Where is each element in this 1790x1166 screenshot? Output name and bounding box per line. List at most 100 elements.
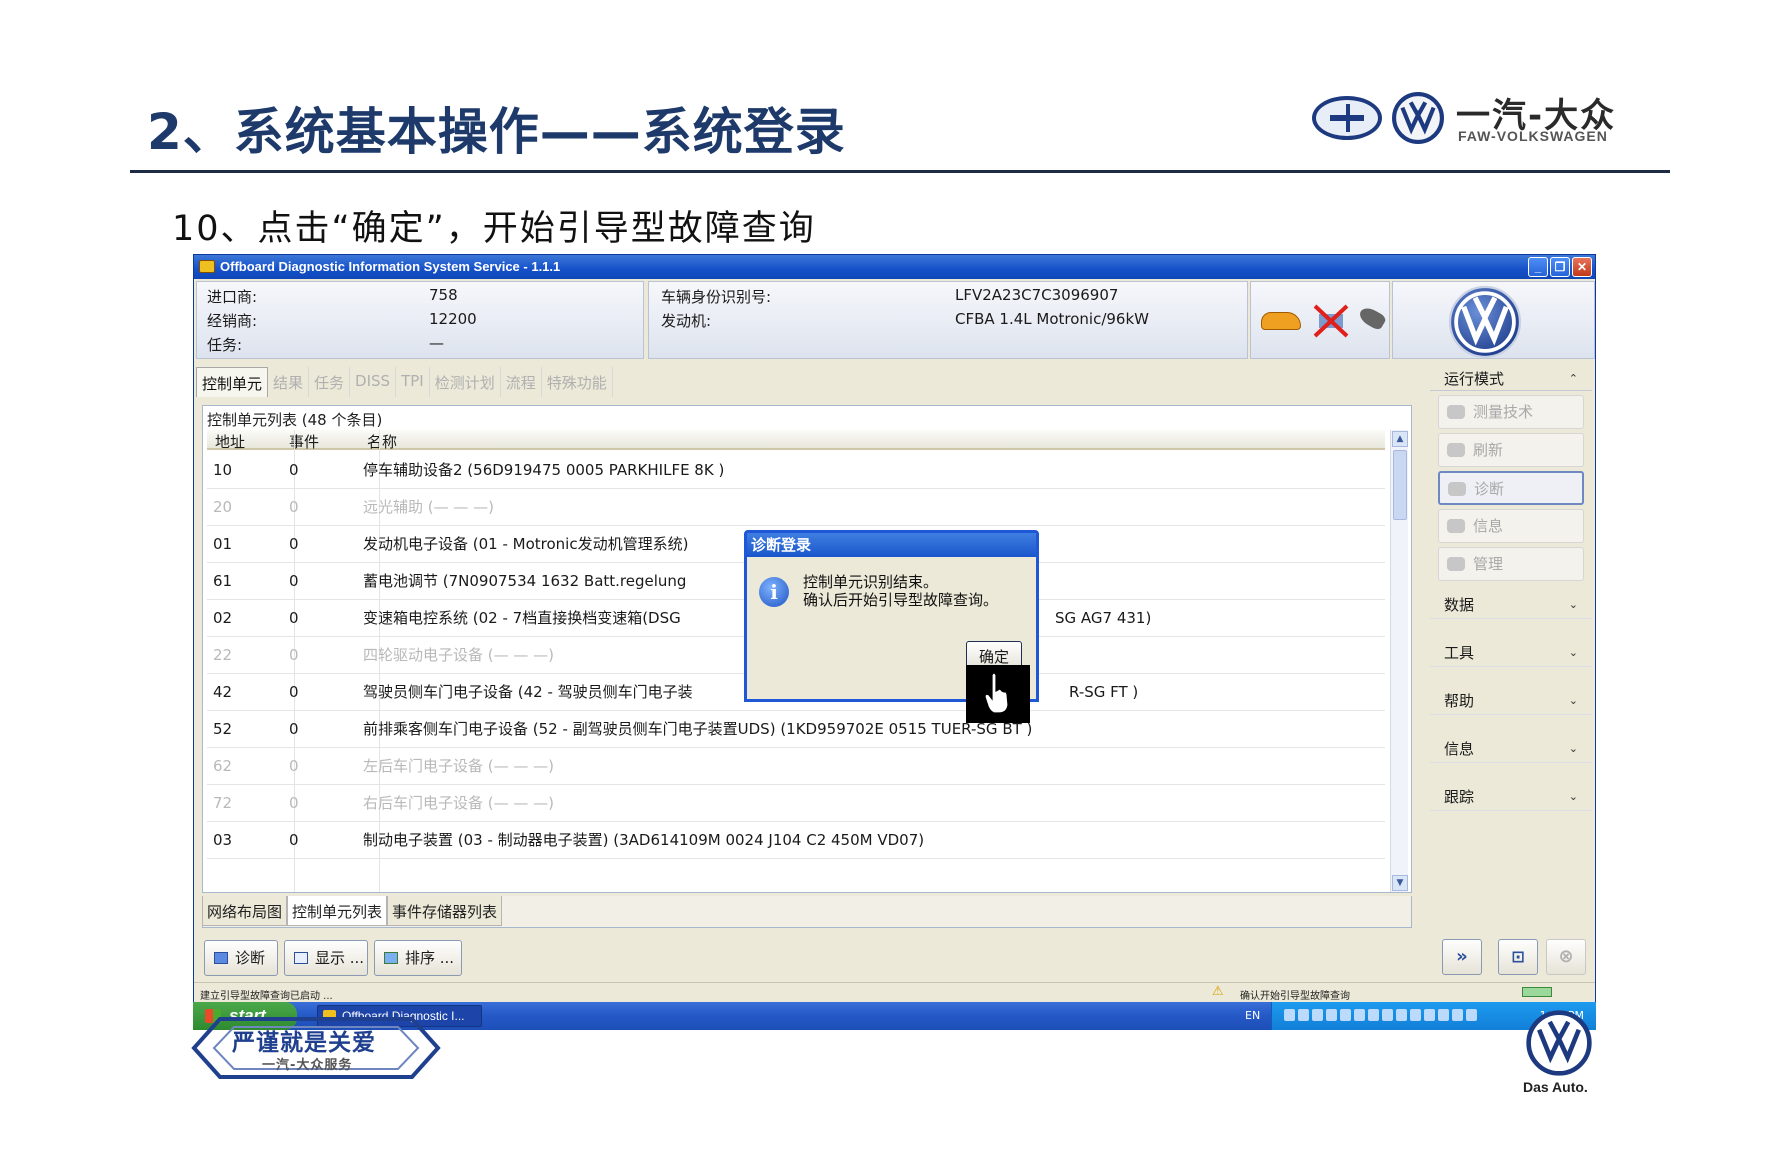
tray-icon[interactable] (1326, 1009, 1337, 1021)
cell-events: 0 (289, 609, 299, 627)
dialog-title[interactable]: 诊断登录 (747, 533, 1036, 557)
run-mode-header[interactable]: 运行模式 ⌃ (1430, 367, 1592, 391)
table-row[interactable]: 72 0 右后车门电子设备 (— — —) (207, 785, 1385, 822)
cell-events: 0 (289, 461, 299, 479)
section-tools[interactable]: 工具 ⌄ (1430, 639, 1592, 667)
section-info[interactable]: 信息 ⌄ (1430, 735, 1592, 763)
window-title: Offboard Diagnostic Information System S… (220, 259, 561, 274)
admin-gear-icon (1447, 557, 1465, 571)
cell-name: 发动机电子设备 (01 - Motronic发动机管理系统) (363, 535, 689, 553)
fit-screen-button[interactable]: ⊡ (1498, 939, 1538, 975)
display-icon (294, 952, 308, 964)
cell-name-tail: R-SG FT ) (1069, 683, 1139, 701)
table-row[interactable]: 10 0 停车辅助设备2 (56D919475 0005 PARKHILFE 8K … (207, 452, 1385, 489)
mode-info[interactable]: 信息 (1438, 509, 1584, 543)
sort-button[interactable]: 排序 ... (374, 940, 462, 976)
cell-events: 0 (289, 683, 299, 701)
tray-icon[interactable] (1284, 1009, 1295, 1021)
expand-icon[interactable]: ⌄ (1569, 591, 1578, 619)
cell-name: 四轮驱动电子设备 (— — —) (363, 646, 555, 664)
tab-event-memory-list[interactable]: 事件存储器列表 (387, 896, 503, 926)
section-help[interactable]: 帮助 ⌄ (1430, 687, 1592, 715)
sort-button-label: 排序 ... (405, 949, 455, 967)
scroll-down-icon[interactable]: ▼ (1392, 875, 1408, 891)
diagnosis-icon (1448, 482, 1466, 496)
tab-results[interactable]: 结果 (268, 367, 310, 397)
tab-special-functions[interactable]: 特殊功能 (542, 367, 613, 397)
measurement-icon (1447, 405, 1465, 419)
vehicle-status-icons (1250, 281, 1390, 359)
tray-icon[interactable] (1312, 1009, 1323, 1021)
status-right: 确认开始引导型故障查询 (1240, 991, 1350, 1002)
scroll-thumb[interactable] (1393, 450, 1407, 520)
cell-address: 01 (213, 535, 233, 553)
mode-flash[interactable]: 刷新 (1438, 433, 1584, 467)
hand-cursor-icon (984, 672, 1009, 714)
key-icon[interactable] (1356, 304, 1388, 332)
section-label: 跟踪 (1444, 788, 1475, 806)
tab-tasks[interactable]: 任务 (309, 367, 351, 397)
tab-procedure[interactable]: 流程 (501, 367, 542, 397)
tab-network-layout[interactable]: 网络布局图 (202, 896, 288, 926)
tray-icons (1284, 1009, 1477, 1021)
scroll-up-icon[interactable]: ▲ (1392, 431, 1408, 447)
table-row[interactable]: 62 0 左后车门电子设备 (— — —) (207, 748, 1385, 785)
tray-icon[interactable] (1410, 1009, 1421, 1021)
section-trace[interactable]: 跟踪 ⌄ (1430, 783, 1592, 811)
tray-icon[interactable] (1340, 1009, 1351, 1021)
tab-diss[interactable]: DISS (350, 367, 397, 397)
vertical-scrollbar[interactable]: ▲ ▼ (1390, 430, 1408, 892)
expand-icon[interactable]: ⌄ (1569, 639, 1578, 667)
header-address[interactable]: 地址 (215, 431, 245, 452)
tab-tpi[interactable]: TPI (396, 367, 430, 397)
vw-logo-icon (1392, 92, 1444, 144)
engine-value: CFBA 1.4L Motronic/96kW (955, 310, 1149, 328)
close-button[interactable]: ✕ (1572, 257, 1592, 277)
tray-icon[interactable] (1298, 1009, 1309, 1021)
step-instruction: 10、点击“确定”，开始引导型故障查询 (172, 209, 816, 249)
language-indicator[interactable]: EN (1245, 1002, 1260, 1030)
mode-measurement[interactable]: 测量技术 (1438, 395, 1584, 429)
disconnected-icon[interactable] (1311, 302, 1351, 340)
cell-name: 制动电子装置 (03 - 制动器电子装置) (3AD614109M 0024 J… (363, 831, 925, 849)
cancel-button[interactable]: ⊗ (1546, 939, 1586, 975)
tray-icon[interactable] (1368, 1009, 1379, 1021)
diagnose-button[interactable]: 诊断 (204, 940, 278, 976)
tray-icon[interactable] (1466, 1009, 1477, 1021)
service-slogan-sub: 一汽-大众服务 (262, 1058, 353, 1073)
expand-icon[interactable]: ⌄ (1569, 735, 1578, 763)
mode-diagnosis[interactable]: 诊断 (1438, 471, 1584, 505)
collapse-icon[interactable]: ⌃ (1569, 367, 1578, 391)
tray-icon[interactable] (1396, 1009, 1407, 1021)
service-slogan: 严谨就是关爱 (232, 1030, 376, 1056)
window-titlebar[interactable]: Offboard Diagnostic Information System S… (194, 255, 1595, 279)
tray-icon[interactable] (1354, 1009, 1365, 1021)
table-row[interactable]: 03 0 制动电子装置 (03 - 制动器电子装置) (3AD614109M 002… (207, 822, 1385, 859)
display-button-label: 显示 ... (315, 949, 365, 967)
expand-icon[interactable]: ⌄ (1569, 687, 1578, 715)
mode-admin[interactable]: 管理 (1438, 547, 1584, 581)
tab-control-unit-list[interactable]: 控制单元列表 (287, 896, 388, 926)
table-header: 地址 事件 名称 (207, 430, 1385, 452)
importer-label: 进口商: (207, 288, 258, 306)
status-bar: 建立引导型故障查询已启动 ... ⚠ 确认开始引导型故障查询 (194, 982, 1595, 1002)
section-data[interactable]: 数据 ⌄ (1430, 591, 1592, 619)
tray-icon[interactable] (1452, 1009, 1463, 1021)
tray-icon[interactable] (1424, 1009, 1435, 1021)
header-name[interactable]: 名称 (367, 431, 397, 452)
table-row[interactable]: 52 0 前排乘客侧车门电子设备 (52 - 副驾驶员侧车门电子装置UDS) (1K… (207, 711, 1385, 748)
run-mode-title: 运行模式 (1444, 370, 1505, 388)
forward-button[interactable]: » (1442, 939, 1482, 975)
tab-test-plan[interactable]: 检测计划 (430, 367, 501, 397)
display-button[interactable]: 显示 ... (284, 940, 368, 976)
tray-icon[interactable] (1382, 1009, 1393, 1021)
minimize-button[interactable]: _ (1528, 257, 1548, 277)
expand-icon[interactable]: ⌄ (1569, 783, 1578, 811)
restore-button[interactable]: ❐ (1550, 257, 1570, 277)
brand-name-en: FAW-VOLKSWAGEN (1458, 128, 1608, 144)
car-icon[interactable] (1261, 312, 1301, 330)
tray-icon[interactable] (1438, 1009, 1449, 1021)
cell-name: 蓄电池调节 (7N0907534 1632 Batt.regelung (363, 572, 687, 590)
tab-control-units[interactable]: 控制单元 (196, 367, 269, 397)
table-row[interactable]: 20 0 远光辅助 (— — —) (207, 489, 1385, 526)
